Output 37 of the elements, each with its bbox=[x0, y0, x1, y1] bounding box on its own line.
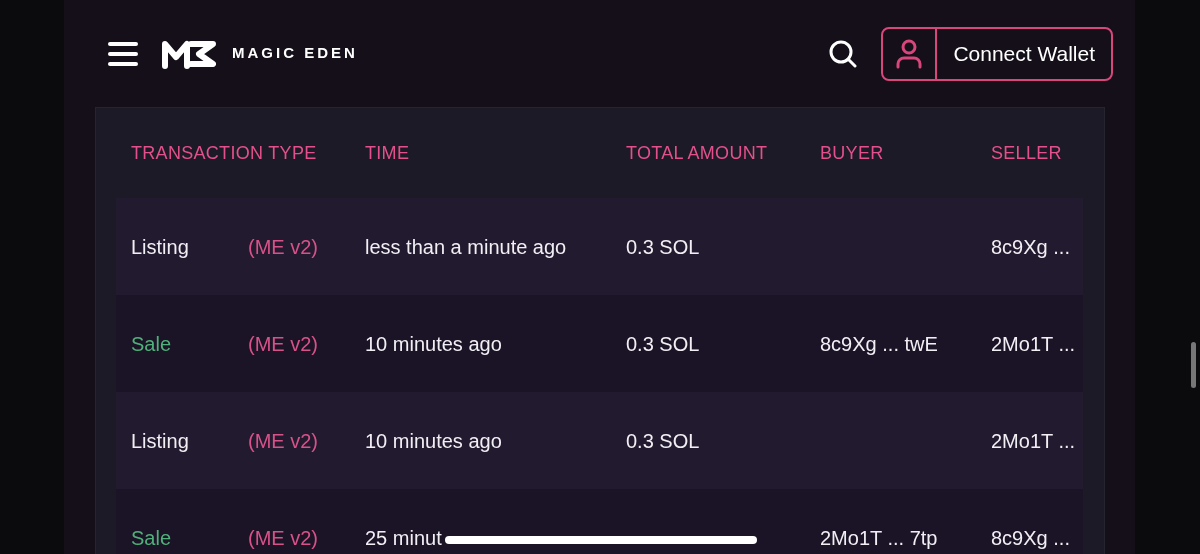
marketplace-tag: (ME v2) bbox=[248, 526, 318, 549]
search-icon[interactable] bbox=[829, 39, 858, 68]
transaction-type: Sale bbox=[131, 526, 172, 549]
marketplace-tag: (ME v2) bbox=[248, 332, 318, 355]
buyer-address: 8c9Xg ... twE bbox=[820, 332, 938, 355]
amount-cell: 0.3 SOL bbox=[626, 429, 700, 452]
column-header: TRANSACTION TYPE bbox=[131, 141, 318, 165]
amount-cell: 0.3 SOL bbox=[626, 332, 700, 355]
amount-cell: 0.3 SOL bbox=[626, 235, 700, 258]
connect-wallet-button[interactable]: Connect Wallet bbox=[881, 26, 1113, 81]
transaction-type: Sale bbox=[131, 332, 172, 355]
seller-address: 2Mo1T ... bbox=[991, 332, 1076, 355]
table-row[interactable]: Sale (ME v2) 10 minutes ago 0.3 SOL 8c9Xg ... twE 2Mo1T ... bbox=[116, 295, 1083, 392]
time-cell: less than a minute ago bbox=[365, 235, 567, 258]
column-header: SELLER bbox=[991, 141, 1063, 165]
column-header: BUYER bbox=[820, 141, 885, 165]
time-cell: 10 minutes ago bbox=[365, 429, 502, 452]
transaction-type: Listing bbox=[131, 235, 189, 258]
user-icon bbox=[896, 38, 923, 69]
seller-address: 8c9Xg ... bbox=[991, 235, 1070, 258]
time-cell: 10 minutes ago bbox=[365, 332, 502, 355]
seller-address: 8c9Xg ... bbox=[991, 526, 1070, 549]
menu-icon[interactable] bbox=[108, 40, 138, 67]
brand-name[interactable]: MAGIC EDEN bbox=[232, 42, 358, 65]
table-row[interactable]: Sale (ME v2) 25 minut 2Mo1T ... 7tp 8c9Xg ... bbox=[116, 489, 1083, 554]
column-header: TOTAL AMOUNT bbox=[626, 141, 769, 165]
marketplace-tag: (ME v2) bbox=[248, 235, 318, 258]
seller-address: 2Mo1T ... bbox=[991, 429, 1076, 452]
scrollbar[interactable] bbox=[1191, 342, 1196, 388]
table-row[interactable]: Listing (ME v2) less than a minute ago 0.3 SOL 8c9Xg ... bbox=[116, 198, 1083, 295]
time-cell: 25 minut bbox=[365, 526, 442, 549]
transaction-type: Listing bbox=[131, 429, 189, 452]
marketplace-tag: (ME v2) bbox=[248, 429, 318, 452]
buyer-address: 2Mo1T ... 7tp bbox=[820, 526, 938, 549]
column-header: TIME bbox=[365, 141, 411, 165]
logo-icon bbox=[162, 38, 216, 69]
table-row[interactable]: Listing (ME v2) 10 minutes ago 0.3 SOL 2Mo1T ... bbox=[116, 392, 1083, 489]
